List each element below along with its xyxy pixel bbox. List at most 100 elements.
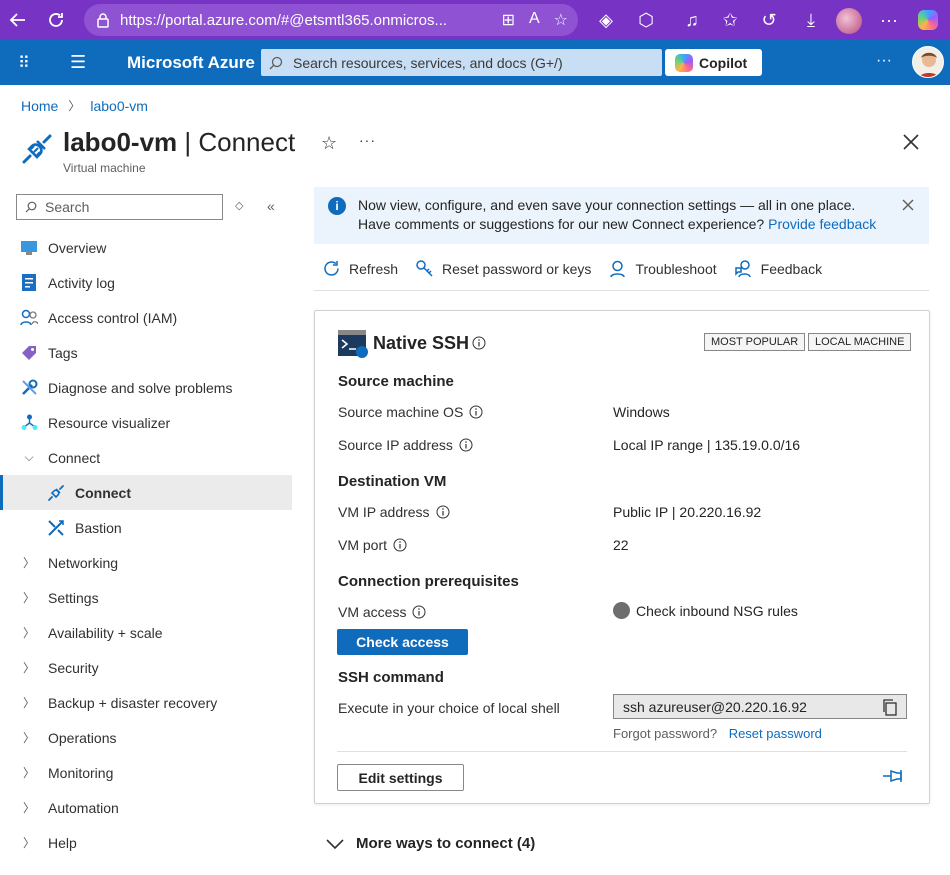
nav-group-security[interactable]: 〉 Security xyxy=(0,650,292,685)
expand-collapse-icon[interactable]: ◇ xyxy=(235,199,243,212)
pin-icon[interactable] xyxy=(882,767,906,785)
chevron-right-icon: 〉 xyxy=(22,801,35,815)
nav-item-activity-log[interactable]: Activity log xyxy=(0,265,292,300)
nav-group-networking[interactable]: 〉 Networking xyxy=(0,545,292,580)
info-circle-icon[interactable] xyxy=(412,605,426,619)
back-arrow-icon[interactable] xyxy=(6,8,30,32)
history-icon[interactable]: ↺ xyxy=(757,8,781,32)
copilot-sidebar-icon[interactable] xyxy=(916,8,940,32)
nav-item-tags[interactable]: Tags xyxy=(0,335,292,370)
user-avatar[interactable] xyxy=(912,46,944,78)
url-text: https://portal.azure.com/#@etsmtl365.onm… xyxy=(120,11,448,29)
more-ways-label: More ways to connect (4) xyxy=(356,835,536,852)
breadcrumb-vm[interactable]: labo0-vm xyxy=(90,98,148,114)
tag-icon xyxy=(20,344,38,362)
source-ip-row: Source IP address xyxy=(338,437,473,453)
refresh-button[interactable]: Refresh xyxy=(322,259,398,278)
global-search-input[interactable]: Search resources, services, and docs (G+… xyxy=(261,49,662,76)
reset-password-button[interactable]: Reset password or keys xyxy=(415,259,591,278)
browser-menu-icon[interactable]: ··· xyxy=(877,8,901,32)
browser-profile-avatar[interactable] xyxy=(836,8,862,34)
source-ip-value: Local IP range | 135.19.0.0/16 xyxy=(613,437,801,453)
nav-group-help[interactable]: 〉 Help xyxy=(0,825,292,860)
title-more-button[interactable]: ··· xyxy=(359,132,376,148)
nav-item-bastion[interactable]: Bastion xyxy=(0,510,292,545)
search-icon xyxy=(25,201,37,213)
nav-group-operations[interactable]: 〉 Operations xyxy=(0,720,292,755)
lock-icon xyxy=(97,13,109,28)
chevron-right-icon: 〉 xyxy=(22,836,35,850)
troubleshoot-button[interactable]: Troubleshoot xyxy=(608,259,717,278)
read-mode-icon[interactable]: ♫ xyxy=(680,8,704,32)
nav-item-label: Tags xyxy=(48,344,78,361)
close-icon[interactable] xyxy=(902,133,920,151)
copy-icon[interactable] xyxy=(882,699,898,716)
address-bar[interactable]: https://portal.azure.com/#@etsmtl365.onm… xyxy=(84,4,578,36)
page-subtitle: Virtual machine xyxy=(63,161,146,175)
most-popular-badge: MOST POPULAR xyxy=(704,333,806,351)
waffle-menu-icon[interactable]: ⠿ xyxy=(18,53,31,73)
nav-item-label: Operations xyxy=(48,729,117,746)
hamburger-menu-icon[interactable]: ☰ xyxy=(70,52,86,73)
copilot-browser-icon[interactable]: ◈ xyxy=(594,8,618,32)
plug-icon xyxy=(47,484,65,502)
nav-item-resource-visualizer[interactable]: Resource visualizer xyxy=(0,405,292,440)
reset-password-link[interactable]: Reset password xyxy=(729,726,822,741)
provide-feedback-link[interactable]: Provide feedback xyxy=(768,216,876,232)
info-circle-icon[interactable] xyxy=(469,405,483,419)
ssh-command-field[interactable]: ssh azureuser@20.220.16.92 xyxy=(613,694,907,719)
edit-settings-button[interactable]: Edit settings xyxy=(337,764,464,791)
copilot-label: Copilot xyxy=(699,54,748,71)
read-aloud-icon[interactable]: A xyxy=(529,10,540,30)
status-dot-icon xyxy=(613,602,630,619)
nav-group-automation[interactable]: 〉 Automation xyxy=(0,790,292,825)
feedback-button[interactable]: Feedback xyxy=(734,259,822,278)
downloads-icon[interactable]: ⤓ xyxy=(799,8,823,32)
info-circle-icon[interactable] xyxy=(459,438,473,452)
ssh-label: Execute in your choice of local shell xyxy=(338,700,560,716)
banner-line-2: Have comments or suggestions for our new… xyxy=(358,216,765,232)
vm-access-row: VM access xyxy=(338,604,426,620)
refresh-label: Refresh xyxy=(349,260,399,277)
nav-group-settings[interactable]: 〉 Settings xyxy=(0,580,292,615)
feedback-icon xyxy=(734,260,751,278)
nav-item-access-control[interactable]: Access control (IAM) xyxy=(0,300,292,335)
favorites-icon[interactable]: ✩ xyxy=(718,8,742,32)
info-circle-icon[interactable] xyxy=(393,538,407,552)
nav-item-overview[interactable]: Overview xyxy=(0,230,292,265)
nav-group-connect[interactable]: ⌵ Connect xyxy=(0,440,292,475)
nav-item-label: Availability + scale xyxy=(48,624,163,641)
nav-item-diagnose[interactable]: Diagnose and solve problems xyxy=(0,370,292,405)
chevron-right-icon: 〉 xyxy=(22,696,35,710)
nav-item-label: Activity log xyxy=(48,274,115,291)
search-icon xyxy=(269,56,283,69)
favorite-star-icon[interactable]: ☆ xyxy=(321,133,337,154)
monitor-icon xyxy=(20,239,38,257)
wrench-icon xyxy=(20,379,38,397)
nav-group-availability[interactable]: 〉 Availability + scale xyxy=(0,615,292,650)
reload-icon[interactable] xyxy=(44,8,68,32)
ssh-command-heading: SSH command xyxy=(338,669,444,686)
collapse-sidebar-icon[interactable]: « xyxy=(267,198,275,214)
source-os-label: Source machine OS xyxy=(338,404,464,420)
check-access-button[interactable]: Check access xyxy=(337,629,468,655)
more-ways-to-connect[interactable]: More ways to connect (4) xyxy=(326,835,535,852)
forgot-password-text: Forgot password? xyxy=(613,726,718,741)
nav-search-placeholder: Search xyxy=(45,199,90,215)
copilot-button[interactable]: Copilot xyxy=(665,49,762,76)
extensions-icon[interactable]: ⬡ xyxy=(634,8,658,32)
nav-search-input[interactable]: Search xyxy=(16,194,223,220)
azure-brand[interactable]: Microsoft Azure xyxy=(127,53,255,73)
dismiss-banner-icon[interactable] xyxy=(901,198,915,212)
nav-group-backup[interactable]: 〉 Backup + disaster recovery xyxy=(0,685,292,720)
apps-grid-icon[interactable]: ⊞ xyxy=(502,10,515,30)
reset-password-label: Reset password or keys xyxy=(442,260,592,277)
nav-item-connect[interactable]: Connect xyxy=(0,475,292,510)
header-more-button[interactable]: ··· xyxy=(876,52,892,70)
breadcrumb-home[interactable]: Home xyxy=(21,98,58,114)
info-circle-icon[interactable] xyxy=(436,505,450,519)
favorite-star-icon[interactable]: ☆ xyxy=(554,10,568,30)
nav-group-monitoring[interactable]: 〉 Monitoring xyxy=(0,755,292,790)
info-circle-icon[interactable] xyxy=(472,336,486,350)
nav-item-label: Connect xyxy=(48,449,101,466)
